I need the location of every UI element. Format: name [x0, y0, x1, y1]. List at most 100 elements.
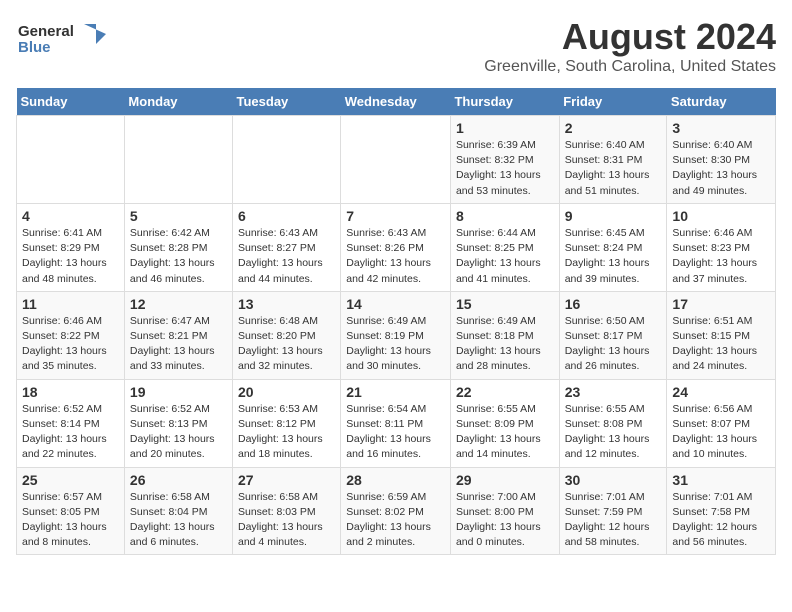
week-row-3: 11 Sunrise: 6:46 AMSunset: 8:22 PMDayligh… — [17, 291, 776, 379]
day-info: Sunrise: 6:52 AMSunset: 8:14 PMDaylight:… — [22, 402, 119, 463]
day-cell: 12Sunrise: 6:47 AMSunset: 8:21 PMDayligh… — [124, 291, 232, 379]
day-cell: 10Sunrise: 6:46 AMSunset: 8:23 PMDayligh… — [667, 203, 776, 291]
day-number: 27 — [238, 472, 335, 488]
day-cell: 29Sunrise: 7:00 AMSunset: 8:00 PMDayligh… — [450, 467, 559, 555]
day-cell: 25 Sunrise: 6:57 AMSunset: 8:05 PMDayligh… — [17, 467, 125, 555]
day-info: Sunrise: 6:46 AMSunset: 8:22 PMDaylight:… — [22, 314, 119, 375]
day-cell: 3 Sunrise: 6:40 AMSunset: 8:30 PMDaylight… — [667, 116, 776, 204]
day-cell: 13 Sunrise: 6:48 AMSunset: 8:20 PMDayligh… — [233, 291, 341, 379]
days-header-row: SundayMondayTuesdayWednesdayThursdayFrid… — [17, 88, 776, 116]
day-info: Sunrise: 7:01 AMSunset: 7:58 PMDaylight:… — [672, 490, 770, 551]
day-info: Sunrise: 6:52 AMSunset: 8:13 PMDaylight:… — [130, 402, 227, 463]
day-number: 17 — [672, 296, 770, 312]
col-header-saturday: Saturday — [667, 88, 776, 116]
day-number: 18 — [22, 384, 119, 400]
day-number: 4 — [22, 208, 119, 224]
day-cell: 22 Sunrise: 6:55 AMSunset: 8:09 PMDayligh… — [450, 379, 559, 467]
day-info: Sunrise: 6:44 AMSunset: 8:25 PMDaylight:… — [456, 226, 554, 287]
day-cell — [341, 116, 451, 204]
day-info: Sunrise: 6:42 AMSunset: 8:28 PMDaylight:… — [130, 226, 227, 287]
day-info: Sunrise: 6:40 AMSunset: 8:31 PMDaylight:… — [565, 138, 662, 199]
day-number: 16 — [565, 296, 662, 312]
week-row-5: 25 Sunrise: 6:57 AMSunset: 8:05 PMDayligh… — [17, 467, 776, 555]
day-cell: 20 Sunrise: 6:53 AMSunset: 8:12 PMDayligh… — [233, 379, 341, 467]
day-number: 12 — [130, 296, 227, 312]
day-cell: 27Sunrise: 6:58 AMSunset: 8:03 PMDayligh… — [233, 467, 341, 555]
day-cell — [124, 116, 232, 204]
day-number: 7 — [346, 208, 445, 224]
day-cell: 14 Sunrise: 6:49 AMSunset: 8:19 PMDayligh… — [341, 291, 451, 379]
subtitle: Greenville, South Carolina, United State… — [484, 58, 776, 76]
day-number: 11 — [22, 296, 119, 312]
day-info: Sunrise: 6:43 AMSunset: 8:26 PMDaylight:… — [346, 226, 445, 287]
day-number: 6 — [238, 208, 335, 224]
day-number: 21 — [346, 384, 445, 400]
col-header-tuesday: Tuesday — [233, 88, 341, 116]
day-number: 20 — [238, 384, 335, 400]
day-info: Sunrise: 6:49 AMSunset: 8:18 PMDaylight:… — [456, 314, 554, 375]
day-cell: 18 Sunrise: 6:52 AMSunset: 8:14 PMDayligh… — [17, 379, 125, 467]
day-cell: 6 Sunrise: 6:43 AMSunset: 8:27 PMDaylight… — [233, 203, 341, 291]
day-info: Sunrise: 6:40 AMSunset: 8:30 PMDaylight:… — [672, 138, 770, 199]
day-number: 25 — [22, 472, 119, 488]
day-info: Sunrise: 6:56 AMSunset: 8:07 PMDaylight:… — [672, 402, 770, 463]
svg-text:General: General — [18, 23, 74, 40]
day-cell: 4 Sunrise: 6:41 AMSunset: 8:29 PMDaylight… — [17, 203, 125, 291]
day-number: 2 — [565, 120, 662, 136]
day-cell: 26 Sunrise: 6:58 AMSunset: 8:04 PMDayligh… — [124, 467, 232, 555]
day-info: Sunrise: 6:43 AMSunset: 8:27 PMDaylight:… — [238, 226, 335, 287]
day-cell: 5 Sunrise: 6:42 AMSunset: 8:28 PMDaylight… — [124, 203, 232, 291]
day-info: Sunrise: 6:48 AMSunset: 8:20 PMDaylight:… — [238, 314, 335, 375]
day-cell — [233, 116, 341, 204]
day-info: Sunrise: 6:55 AMSunset: 8:09 PMDaylight:… — [456, 402, 554, 463]
day-number: 10 — [672, 208, 770, 224]
day-info: Sunrise: 6:54 AMSunset: 8:11 PMDaylight:… — [346, 402, 445, 463]
day-number: 23 — [565, 384, 662, 400]
day-number: 28 — [346, 472, 445, 488]
day-info: Sunrise: 6:41 AMSunset: 8:29 PMDaylight:… — [22, 226, 119, 287]
day-info: Sunrise: 6:51 AMSunset: 8:15 PMDaylight:… — [672, 314, 770, 375]
day-cell: 19 Sunrise: 6:52 AMSunset: 8:13 PMDayligh… — [124, 379, 232, 467]
calendar-table: SundayMondayTuesdayWednesdayThursdayFrid… — [16, 88, 776, 555]
day-number: 26 — [130, 472, 227, 488]
day-cell: 21 Sunrise: 6:54 AMSunset: 8:11 PMDayligh… — [341, 379, 451, 467]
col-header-friday: Friday — [559, 88, 667, 116]
week-row-1: 1Sunrise: 6:39 AMSunset: 8:32 PMDaylight… — [17, 116, 776, 204]
day-number: 24 — [672, 384, 770, 400]
day-cell: 1Sunrise: 6:39 AMSunset: 8:32 PMDaylight… — [450, 116, 559, 204]
day-number: 14 — [346, 296, 445, 312]
day-cell: 2 Sunrise: 6:40 AMSunset: 8:31 PMDaylight… — [559, 116, 667, 204]
day-number: 3 — [672, 120, 770, 136]
day-cell: 8Sunrise: 6:44 AMSunset: 8:25 PMDaylight… — [450, 203, 559, 291]
day-cell: 24 Sunrise: 6:56 AMSunset: 8:07 PMDayligh… — [667, 379, 776, 467]
day-cell: 23Sunrise: 6:55 AMSunset: 8:08 PMDayligh… — [559, 379, 667, 467]
col-header-sunday: Sunday — [17, 88, 125, 116]
col-header-monday: Monday — [124, 88, 232, 116]
day-cell: 15 Sunrise: 6:49 AMSunset: 8:18 PMDayligh… — [450, 291, 559, 379]
day-cell — [17, 116, 125, 204]
day-number: 5 — [130, 208, 227, 224]
day-number: 22 — [456, 384, 554, 400]
col-header-wednesday: Wednesday — [341, 88, 451, 116]
title-block: August 2024 Greenville, South Carolina, … — [484, 16, 776, 76]
day-number: 15 — [456, 296, 554, 312]
day-info: Sunrise: 6:58 AMSunset: 8:04 PMDaylight:… — [130, 490, 227, 551]
day-info: Sunrise: 7:00 AMSunset: 8:00 PMDaylight:… — [456, 490, 554, 551]
day-cell: 28Sunrise: 6:59 AMSunset: 8:02 PMDayligh… — [341, 467, 451, 555]
day-number: 9 — [565, 208, 662, 224]
day-info: Sunrise: 6:53 AMSunset: 8:12 PMDaylight:… — [238, 402, 335, 463]
day-number: 1 — [456, 120, 554, 136]
day-info: Sunrise: 6:49 AMSunset: 8:19 PMDaylight:… — [346, 314, 445, 375]
main-title: August 2024 — [484, 16, 776, 58]
day-number: 13 — [238, 296, 335, 312]
day-cell: 9 Sunrise: 6:45 AMSunset: 8:24 PMDaylight… — [559, 203, 667, 291]
day-info: Sunrise: 6:45 AMSunset: 8:24 PMDaylight:… — [565, 226, 662, 287]
day-info: Sunrise: 6:57 AMSunset: 8:05 PMDaylight:… — [22, 490, 119, 551]
day-cell: 16 Sunrise: 6:50 AMSunset: 8:17 PMDayligh… — [559, 291, 667, 379]
svg-text:Blue: Blue — [18, 39, 51, 56]
day-cell: 11 Sunrise: 6:46 AMSunset: 8:22 PMDayligh… — [17, 291, 125, 379]
day-number: 19 — [130, 384, 227, 400]
day-cell: 31Sunrise: 7:01 AMSunset: 7:58 PMDayligh… — [667, 467, 776, 555]
week-row-2: 4 Sunrise: 6:41 AMSunset: 8:29 PMDaylight… — [17, 203, 776, 291]
day-info: Sunrise: 6:50 AMSunset: 8:17 PMDaylight:… — [565, 314, 662, 375]
